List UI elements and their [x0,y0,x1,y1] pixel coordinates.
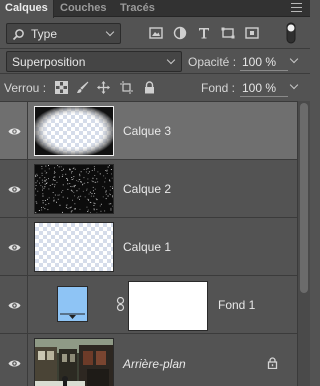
eye-icon [8,244,21,251]
blend-row: Superposition Opacité : 100 % [0,49,310,73]
layer-name[interactable]: Calque 1 [123,240,171,254]
lock-icon [267,357,278,369]
lock-all-icon[interactable] [143,81,156,94]
blend-mode-select[interactable]: Superposition [6,51,182,72]
lock-transparency-icon[interactable] [55,81,68,94]
fill-label: Fond : [201,81,236,95]
lock-label: Verrou : [4,81,47,95]
layers-scrollbar[interactable] [297,101,310,386]
filter-kind-label: Type [31,27,58,41]
eye-icon [8,360,21,367]
tab-couches[interactable]: Couches [55,0,111,17]
fill-value: 100 % [242,81,277,95]
filter-toggle-icon[interactable] [284,22,298,44]
layer-thumbnail[interactable] [34,222,114,272]
scrollbar-thumb[interactable] [300,103,308,293]
layer-mask-thumbnail[interactable] [128,281,208,331]
tab-traces[interactable]: Tracés [115,0,160,17]
search-icon [12,29,24,41]
opacity-value: 100 % [242,55,277,69]
eye-icon [8,302,21,309]
image-filter-icon[interactable] [149,26,163,40]
smart-object-filter-icon[interactable] [245,26,259,40]
layer-row[interactable]: Fond 1 [0,276,297,334]
filter-kind-select[interactable]: Type [6,23,121,44]
visibility-toggle[interactable] [0,160,28,217]
visibility-toggle[interactable] [0,102,28,159]
eye-icon [8,128,21,135]
layer-row[interactable]: Calque 1 [0,218,297,276]
chevron-down-icon [105,27,115,37]
text-filter-icon[interactable] [197,26,211,40]
tab-calques[interactable]: Calques [0,0,54,18]
layer-filter-bar: Type [0,18,310,48]
layer-thumbnail[interactable] [34,164,114,214]
lock-artboard-icon[interactable] [120,81,133,94]
adjustment-filter-icon[interactable] [173,26,187,40]
fill-color-swatch[interactable] [57,286,88,322]
panel-tab-bar: Calques Couches Tracés [0,0,310,18]
layer-name[interactable]: Calque 3 [123,124,171,138]
layers-list: Calque 3 Calque 2 Calque 1 Fond 1 Arrièr… [0,101,310,386]
layer-name[interactable]: Calque 2 [123,182,171,196]
layer-name[interactable]: Fond 1 [218,298,255,312]
layer-thumbnail[interactable] [34,106,114,156]
blend-mode-label: Superposition [12,55,86,69]
shape-filter-icon[interactable] [221,26,235,40]
lock-position-icon[interactable] [97,81,110,94]
eye-icon [8,186,21,193]
layer-row[interactable]: Calque 2 [0,160,297,218]
fill-underline [240,96,288,97]
layer-row[interactable]: Calque 3 [0,102,297,160]
background-photo-thumbnail[interactable] [34,338,114,386]
lock-pixels-icon[interactable] [76,81,89,94]
opacity-label: Opacité : [188,55,237,69]
layer-row[interactable]: Arrière-plan [0,334,297,386]
chevron-down-icon [166,55,176,65]
visibility-toggle[interactable] [0,218,28,275]
opacity-underline [240,70,288,71]
lock-row: Verrou : Fond : 100 % [0,74,310,100]
visibility-toggle[interactable] [0,276,28,333]
visibility-toggle[interactable] [0,334,28,386]
panel-menu-icon[interactable] [291,3,302,12]
layer-name[interactable]: Arrière-plan [123,357,186,371]
link-icon[interactable] [116,297,125,311]
